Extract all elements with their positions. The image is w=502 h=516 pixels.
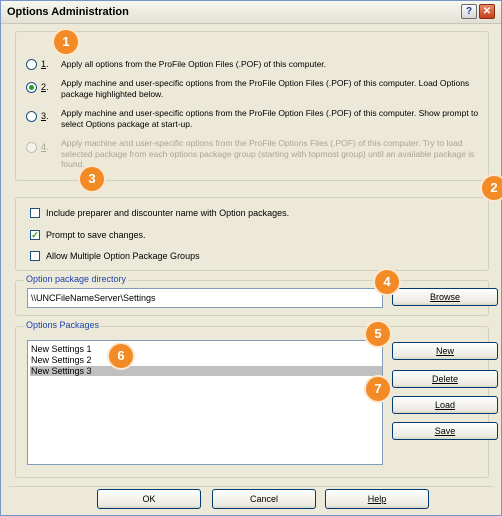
packages-list[interactable]: New Settings 1 New Settings 2 New Settin…	[27, 340, 383, 465]
callout-badge-6: 6	[109, 344, 133, 368]
cancel-button[interactable]: Cancel	[212, 489, 316, 509]
package-directory-legend: Option package directory	[24, 274, 129, 284]
new-button[interactable]: New	[392, 342, 498, 360]
list-item[interactable]: New Settings 2	[30, 355, 382, 365]
list-item-selected[interactable]: New Settings 3	[30, 366, 382, 376]
radio-option-4-number: 4.	[41, 142, 49, 152]
radio-option-1-number: 1.	[41, 59, 49, 69]
ok-button[interactable]: OK	[97, 489, 201, 509]
radio-option-2-number: 2.	[41, 82, 49, 92]
load-button[interactable]: Load	[392, 396, 498, 414]
title-bar[interactable]: Options Administration ? ✕	[1, 1, 501, 24]
radio-option-3[interactable]	[26, 111, 37, 122]
radio-option-3-label: Apply machine and user-specific options …	[61, 108, 479, 129]
callout-badge-1: 1	[54, 30, 78, 54]
browse-button[interactable]: Browse	[392, 288, 498, 306]
callout-badge-3: 3	[80, 167, 104, 191]
radio-option-2[interactable]	[26, 82, 37, 93]
radio-option-2-label: Apply machine and user-specific options …	[61, 78, 470, 99]
package-directory-input[interactable]: \\UNCFileNameServer\Settings	[27, 288, 383, 308]
radio-option-4-label: Apply machine and user-specific options …	[61, 138, 475, 169]
help-icon[interactable]: ?	[461, 4, 477, 19]
include-preparer-checkbox[interactable]	[30, 208, 40, 218]
delete-button[interactable]: Delete	[392, 370, 498, 388]
footer-divider	[9, 486, 493, 487]
callout-badge-2: 2	[482, 176, 502, 200]
list-item[interactable]: New Settings 1	[30, 344, 382, 354]
options-administration-dialog: Options Administration ? ✕ 1. Apply all …	[0, 0, 502, 516]
allow-multiple-groups-label: Allow Multiple Option Package Groups	[46, 251, 200, 261]
allow-multiple-groups-checkbox[interactable]	[30, 251, 40, 261]
settings-checkbox-group: Include preparer and discounter name wit…	[15, 197, 489, 271]
dialog-title: Options Administration	[7, 6, 129, 18]
radio-option-1-label: Apply all options from the ProFile Optio…	[61, 59, 327, 69]
close-icon[interactable]: ✕	[479, 4, 495, 19]
include-preparer-label: Include preparer and discounter name wit…	[46, 208, 290, 218]
callout-badge-5: 5	[366, 322, 390, 346]
prompt-save-checkbox[interactable]: ✓	[30, 230, 40, 240]
radio-option-3-number: 3.	[41, 111, 49, 121]
callout-badge-7: 7	[366, 377, 390, 401]
prompt-save-label: Prompt to save changes.	[46, 230, 146, 240]
help-button[interactable]: Help	[325, 489, 429, 509]
radio-option-4	[26, 142, 37, 153]
callout-badge-4: 4	[375, 270, 399, 294]
options-packages-legend: Options Packages	[24, 320, 102, 330]
radio-option-1[interactable]	[26, 59, 37, 70]
load-options-group: 1. Apply all options from the ProFile Op…	[15, 31, 489, 181]
save-button[interactable]: Save	[392, 422, 498, 440]
